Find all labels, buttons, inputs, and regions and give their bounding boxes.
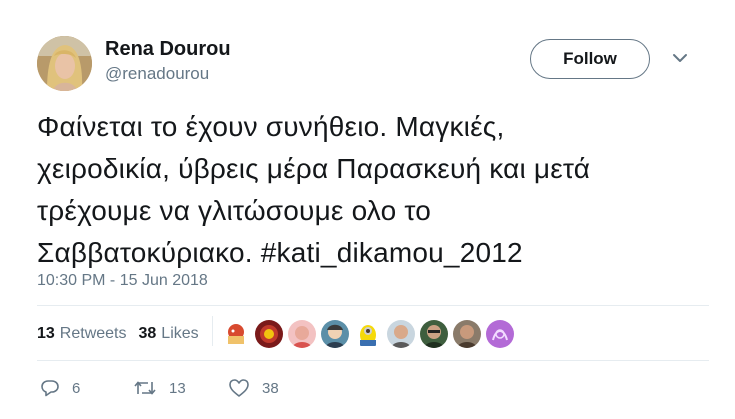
- liker-avatar[interactable]: [288, 320, 316, 348]
- tweet-line: Σαββατοκύριακο. #kati_dikamou_2012: [37, 232, 707, 274]
- hashtag-link[interactable]: #kati_dikamou_2012: [261, 237, 523, 268]
- user-handle[interactable]: @renadourou: [105, 64, 209, 84]
- liker-avatar[interactable]: [321, 320, 349, 348]
- retweet-icon[interactable]: [133, 378, 157, 398]
- retweets-label[interactable]: Retweets: [60, 325, 127, 343]
- chevron-down-icon[interactable]: [672, 52, 688, 64]
- like-count: 38: [262, 379, 279, 397]
- liker-avatar[interactable]: [354, 320, 382, 348]
- timestamp[interactable]: 10:30 PM - 15 Jun 2018: [37, 272, 208, 290]
- likes-label[interactable]: Likes: [161, 325, 198, 343]
- avatar[interactable]: [37, 36, 92, 91]
- tweet-line: χειροδικία, ύβρεις μέρα Παρασκευή και με…: [37, 153, 591, 184]
- reply-action[interactable]: 6: [40, 378, 80, 398]
- follow-button[interactable]: Follow: [530, 39, 650, 79]
- reply-icon[interactable]: [40, 378, 60, 398]
- divider: [37, 305, 709, 306]
- retweets-count[interactable]: 13: [37, 325, 55, 343]
- liker-avatar[interactable]: [486, 320, 514, 348]
- reply-count: 6: [72, 379, 81, 397]
- tweet-line-text: Σαββατοκύριακο.: [37, 237, 261, 268]
- liker-avatar[interactable]: [453, 320, 481, 348]
- liker-avatar[interactable]: [222, 320, 250, 348]
- like-icon[interactable]: [228, 378, 250, 398]
- user-name[interactable]: Rena Dourou: [105, 38, 231, 61]
- tweet-card: Rena Dourou @renadourou Follow Φαίνεται …: [0, 0, 735, 419]
- liker-avatar[interactable]: [255, 320, 283, 348]
- retweet-action[interactable]: 13: [133, 378, 186, 398]
- like-action[interactable]: 38: [228, 378, 279, 398]
- tweet-line: Φαίνεται το έχουν συνήθειο. Μαγκιές,: [37, 111, 505, 142]
- liker-avatar[interactable]: [387, 320, 415, 348]
- divider: [37, 360, 709, 361]
- tweet-text: Φαίνεται το έχουν συνήθειο. Μαγκιές, χει…: [37, 106, 707, 274]
- engagement-stats: 13 Retweets 38 Likes: [37, 322, 211, 346]
- retweet-count: 13: [169, 379, 186, 397]
- liker-avatar[interactable]: [420, 320, 448, 348]
- liker-avatars: [222, 320, 519, 348]
- avatar-image: [37, 36, 92, 91]
- stats-separator: [212, 316, 213, 346]
- tweet-line: τρέχουμε να γλιτώσουμε ολο το: [37, 195, 431, 226]
- likes-count[interactable]: 38: [139, 325, 157, 343]
